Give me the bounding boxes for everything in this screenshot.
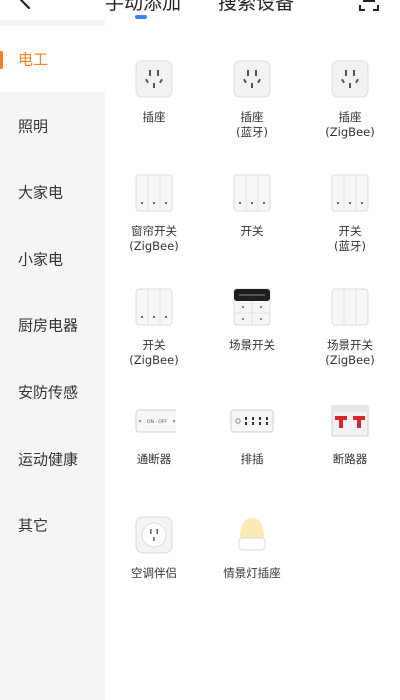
device-name: 开关 xyxy=(338,224,362,238)
tab-search-device[interactable]: 搜索设备 xyxy=(218,0,294,15)
switch-icon xyxy=(233,174,271,212)
sidebar-item-security[interactable]: 安防传感 xyxy=(0,359,105,425)
scene-switch-icon xyxy=(233,288,271,326)
device-name: 插座 xyxy=(338,110,362,124)
active-tab-indicator xyxy=(135,15,147,19)
socket-icon xyxy=(331,60,369,98)
sidebar-item-kitchen[interactable]: 厨房电器 xyxy=(0,292,105,358)
device-name: 情景灯插座 xyxy=(223,566,281,580)
device-scene-switch-zigbee[interactable]: 场景开关 (ZigBee) xyxy=(301,248,399,367)
device-grid: 插座 插座 (蓝牙) 插座 (ZigBee) 窗帘开关 (ZigBee) 开关 … xyxy=(105,20,400,700)
night-light-socket-icon xyxy=(238,518,266,551)
device-night-light-socket[interactable]: 情景灯插座 xyxy=(203,476,301,590)
device-label: 断路器 xyxy=(301,452,399,467)
device-name: 场景开关 xyxy=(327,338,373,352)
device-label: 开关 xyxy=(203,224,301,239)
device-socket-zigbee[interactable]: 插座 (ZigBee) xyxy=(301,20,399,139)
sidebar-item-large-appliances[interactable]: 大家电 xyxy=(0,159,105,225)
device-label: 场景开关 xyxy=(203,338,301,353)
sidebar-item-label: 大家电 xyxy=(18,183,64,202)
device-socket-bluetooth[interactable]: 插座 (蓝牙) xyxy=(203,20,301,139)
device-name: 排插 xyxy=(240,452,264,466)
ac-companion-icon xyxy=(135,516,173,554)
device-ac-companion[interactable]: 空调伴侣 xyxy=(105,476,203,590)
device-switch-zigbee[interactable]: 开关 (ZigBee) xyxy=(105,248,203,367)
device-name: 窗帘开关 xyxy=(131,224,177,238)
device-name: 插座 xyxy=(142,110,166,124)
curtain-switch-icon xyxy=(135,174,173,212)
power-strip-icon xyxy=(230,409,274,433)
socket-icon xyxy=(233,60,271,98)
device-name: 插座 xyxy=(240,110,264,124)
device-switch-bluetooth[interactable]: 开关 (蓝牙) xyxy=(301,134,399,253)
switch-icon xyxy=(331,174,369,212)
relay-icon-text: ON · OFF xyxy=(147,419,167,425)
scene-switch-icon xyxy=(331,288,369,326)
sidebar-item-label: 照明 xyxy=(18,117,49,136)
circuit-breaker-icon xyxy=(331,405,369,437)
sidebar-item-small-appliances[interactable]: 小家电 xyxy=(0,226,105,292)
device-name: 开关 xyxy=(240,224,264,238)
device-name: 通断器 xyxy=(136,452,172,466)
device-name: 场景开关 xyxy=(229,338,275,352)
sidebar-item-label: 运动健康 xyxy=(18,450,79,469)
sidebar-item-lighting[interactable]: 照明 xyxy=(0,93,105,159)
device-name: 空调伴侣 xyxy=(131,566,177,580)
device-power-strip[interactable]: 排插 xyxy=(203,362,301,476)
sidebar-item-label: 厨房电器 xyxy=(18,316,79,335)
device-name: 开关 xyxy=(142,338,166,352)
sidebar-item-label: 安防传感 xyxy=(18,383,79,402)
device-switch[interactable]: 开关 xyxy=(203,134,301,248)
device-label: 情景灯插座 xyxy=(203,566,301,581)
device-scene-switch[interactable]: 场景开关 xyxy=(203,248,301,362)
sidebar-item-label: 小家电 xyxy=(18,250,64,269)
active-indicator xyxy=(0,51,3,69)
top-bar: 手动添加 搜索设备 xyxy=(0,0,400,20)
device-socket[interactable]: 插座 xyxy=(105,20,203,134)
device-label: 插座 xyxy=(105,110,203,125)
sidebar-item-label: 电工 xyxy=(18,50,49,69)
tab-manual-add[interactable]: 手动添加 xyxy=(105,0,181,15)
sidebar-item-other[interactable]: 其它 xyxy=(0,492,105,558)
switch-icon xyxy=(135,288,173,326)
device-label: 排插 xyxy=(203,452,301,467)
socket-icon xyxy=(135,60,173,98)
sidebar-item-health[interactable]: 运动健康 xyxy=(0,426,105,492)
device-label: 通断器 xyxy=(105,452,203,467)
relay-icon: ON · OFF xyxy=(135,409,176,433)
sidebar-item-electrician[interactable]: 电工 xyxy=(0,26,105,92)
device-curtain-switch-zigbee[interactable]: 窗帘开关 (ZigBee) xyxy=(105,134,203,253)
device-label: 空调伴侣 xyxy=(105,566,203,581)
scan-icon[interactable] xyxy=(358,0,380,12)
sidebar-item-label: 其它 xyxy=(18,516,49,535)
device-relay[interactable]: ON · OFF 通断器 xyxy=(105,362,203,476)
device-name: 断路器 xyxy=(332,452,368,466)
device-circuit-breaker[interactable]: 断路器 xyxy=(301,362,399,476)
category-sidebar: 电工 照明 大家电 小家电 厨房电器 安防传感 运动健康 其它 xyxy=(0,20,105,700)
back-icon[interactable] xyxy=(16,0,36,10)
